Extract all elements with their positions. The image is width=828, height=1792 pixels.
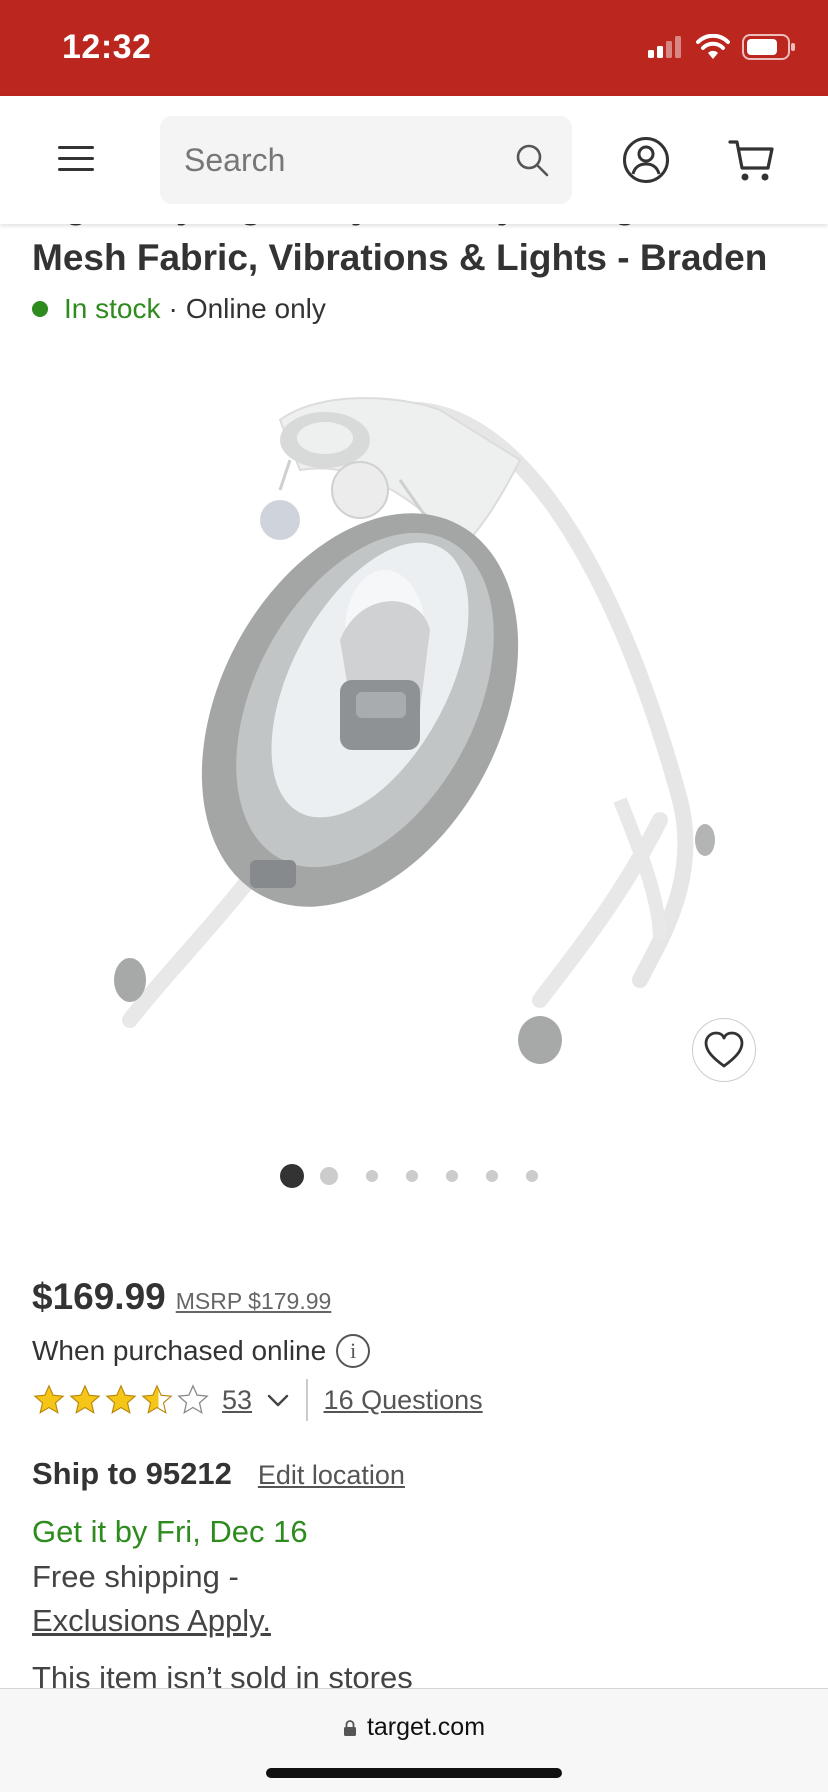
carousel-dot-3[interactable] — [366, 1170, 378, 1182]
ship-to-zip: Ship to 95212 — [32, 1456, 232, 1491]
star-rating[interactable] — [32, 1383, 210, 1417]
favorite-button[interactable] — [692, 1018, 756, 1082]
lock-icon — [343, 1719, 356, 1736]
rating-row: 53 16 Questions — [32, 1378, 483, 1422]
info-icon[interactable]: i — [336, 1334, 371, 1368]
carousel-dot-2[interactable] — [320, 1167, 338, 1185]
delivery-date: Get it by Fri, Dec 16 — [32, 1514, 308, 1549]
search-input[interactable] — [184, 116, 504, 204]
availability-text: Online only — [185, 293, 326, 324]
home-indicator[interactable] — [266, 1768, 562, 1778]
questions-link[interactable]: 16 Questions — [324, 1385, 483, 1416]
browser-bottom-bar: target.com — [0, 1688, 828, 1792]
divider — [306, 1379, 308, 1421]
in-stock-dot-icon — [32, 301, 48, 317]
star-full-icon — [33, 1384, 65, 1414]
star-half-icon — [141, 1384, 173, 1414]
top-nav — [0, 96, 828, 224]
free-shipping-text: Free shipping - — [32, 1559, 239, 1594]
cart-button[interactable] — [728, 136, 776, 184]
review-count-link[interactable]: 53 — [222, 1385, 252, 1416]
carousel-dot-4[interactable] — [406, 1170, 418, 1182]
url-bar[interactable]: target.com — [0, 1713, 828, 1742]
price: $169.99 — [32, 1276, 166, 1317]
stock-separator: · — [168, 293, 178, 324]
chevron-down-icon[interactable] — [266, 1388, 290, 1412]
cart-icon — [728, 140, 774, 181]
price-row: $169.99 MSRP $179.99 — [32, 1276, 331, 1318]
carousel-dot-6[interactable] — [486, 1170, 498, 1182]
edit-location-link[interactable]: Edit location — [258, 1460, 405, 1491]
exclusions-apply-link[interactable]: Exclusions Apply. — [32, 1603, 271, 1639]
ship-to-row: Ship to 95212 Edit location — [32, 1456, 405, 1492]
heart-icon — [704, 1031, 744, 1068]
carousel-dot-1[interactable] — [280, 1164, 304, 1188]
status-time: 12:32 — [62, 28, 152, 66]
purchased-online-row: When purchased online i — [32, 1334, 371, 1368]
wifi-icon — [696, 34, 730, 59]
carousel-dot-7[interactable] — [526, 1170, 538, 1182]
product-title-line-2: Mesh Fabric, Vibrations & Lights - Brade… — [32, 237, 768, 278]
account-icon — [623, 137, 669, 183]
cellular-signal-icon — [648, 36, 681, 58]
stock-status-row: In stock · Online only — [32, 293, 326, 325]
stock-status: In stock — [64, 293, 161, 324]
star-full-icon — [69, 1384, 101, 1414]
battery-icon — [742, 34, 795, 60]
search-box[interactable] — [160, 116, 572, 204]
status-bar: 12:32 — [0, 0, 828, 96]
star-empty-icon — [177, 1384, 209, 1415]
hamburger-menu-icon — [58, 146, 94, 171]
account-button[interactable] — [622, 136, 670, 184]
search-icon[interactable] — [514, 142, 550, 178]
purchased-online-text: When purchased online — [32, 1335, 327, 1366]
msrp-link[interactable]: MSRP $179.99 — [176, 1288, 332, 1315]
carousel-dot-5[interactable] — [446, 1170, 458, 1182]
status-icons — [648, 34, 796, 60]
url-text: target.com — [366, 1713, 486, 1741]
star-full-icon — [105, 1384, 137, 1414]
product-image[interactable] — [100, 380, 740, 1100]
menu-button[interactable] — [56, 138, 96, 178]
image-carousel-dots — [280, 1164, 538, 1188]
